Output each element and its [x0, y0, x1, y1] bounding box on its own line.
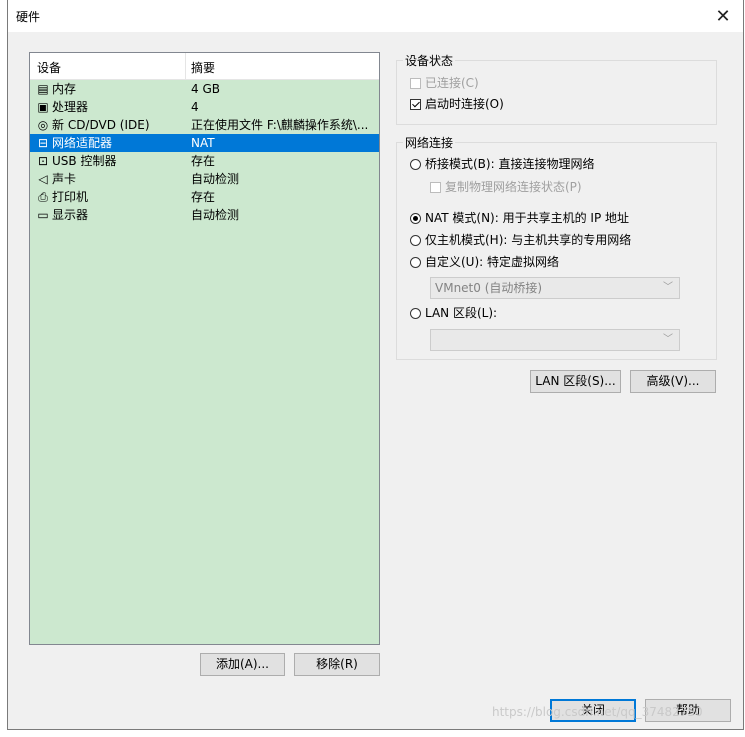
bridged-radio[interactable]: 桥接模式(B): 直接连接物理网络	[410, 156, 594, 172]
device-summary: 自动检测	[191, 172, 240, 186]
lan-segment-select[interactable]: ﹀	[430, 329, 680, 351]
hardware-dialog: 硬件 ✕ 设备 摘要 ▤ 内存 4 GB ▣ 处理器 4 ◎ 新 CD/DVD (IDE) 正在…	[7, 0, 744, 730]
device-summary: 正在使用文件 F:\麒麟操作系统\...	[191, 118, 369, 132]
network-connection-title: 网络连接	[403, 134, 456, 151]
advanced-button[interactable]: 高级(V)...	[630, 370, 716, 393]
device-name: 声卡	[52, 172, 77, 186]
device-name: 处理器	[52, 100, 89, 114]
connect-at-power-on-checkbox[interactable]: 启动时连接(O)	[410, 96, 504, 112]
device-name: 内存	[52, 82, 77, 96]
device-name: USB 控制器	[52, 154, 117, 168]
device-row[interactable]: ⊡ USB 控制器 存在	[30, 152, 379, 170]
chevron-down-icon: ﹀	[663, 334, 673, 345]
radio-button[interactable]	[410, 159, 421, 170]
custom-network-value: VMnet0 (自动桥接)	[435, 281, 543, 295]
processor-icon: ▣	[37, 100, 49, 114]
device-row[interactable]: ⎙ 打印机 存在	[30, 188, 379, 206]
device-list-header: 设备 摘要	[30, 53, 379, 80]
close-icon[interactable]: ✕	[711, 4, 735, 28]
host-only-radio[interactable]: 仅主机模式(H): 与主机共享的专用网络	[410, 232, 631, 248]
radio-button-checked[interactable]	[410, 213, 421, 224]
device-row[interactable]: ⊟ 网络适配器 NAT	[30, 134, 379, 152]
radio-button[interactable]	[410, 308, 421, 319]
radio-button[interactable]	[410, 257, 421, 268]
lan-segments-button[interactable]: LAN 区段(S)...	[530, 370, 621, 393]
device-name: 新 CD/DVD (IDE)	[52, 118, 150, 132]
radio-button[interactable]	[410, 235, 421, 246]
memory-icon: ▤	[37, 82, 49, 96]
column-separator[interactable]	[185, 53, 186, 79]
device-name: 网络适配器	[52, 136, 113, 150]
device-summary: 自动检测	[191, 208, 240, 222]
network-connection-group: 网络连接 桥接模式(B): 直接连接物理网络 复制物理网络连接状态(P) NAT…	[396, 134, 717, 360]
column-header-summary[interactable]: 摘要	[191, 59, 215, 76]
device-list[interactable]: 设备 摘要 ▤ 内存 4 GB ▣ 处理器 4 ◎ 新 CD/DVD (IDE) 正在使用文件 …	[29, 52, 380, 645]
device-name: 显示器	[52, 208, 89, 222]
window-title: 硬件	[16, 10, 41, 24]
connected-checkbox[interactable]: 已连接(C)	[410, 75, 479, 91]
display-icon: ▭	[37, 208, 49, 222]
nat-radio[interactable]: NAT 模式(N): 用于共享主机的 IP 地址	[410, 210, 629, 226]
remove-button[interactable]: 移除(R)	[294, 653, 380, 676]
device-row[interactable]: ▤ 内存 4 GB	[30, 80, 379, 98]
device-status-title: 设备状态	[403, 52, 456, 69]
watermark-text: https://blog.csdn.net/qq_37482750	[492, 705, 703, 719]
title-bar: 硬件 ✕	[8, 0, 743, 32]
device-summary: 4 GB	[191, 82, 220, 96]
device-row[interactable]: ▣ 处理器 4	[30, 98, 379, 116]
device-status-group: 设备状态 已连接(C) 启动时连接(O)	[396, 52, 717, 125]
chevron-down-icon: ﹀	[663, 282, 673, 293]
device-summary: 存在	[191, 154, 216, 168]
device-name: 打印机	[52, 190, 89, 204]
checkbox-box[interactable]	[410, 78, 421, 89]
printer-icon: ⎙	[38, 190, 48, 204]
usb-controller-icon: ⊡	[37, 154, 49, 168]
device-row[interactable]: ▭ 显示器 自动检测	[30, 206, 379, 224]
custom-radio[interactable]: 自定义(U): 特定虚拟网络	[410, 254, 559, 270]
device-row[interactable]: ◁ 声卡 自动检测	[30, 170, 379, 188]
device-summary: 4	[191, 100, 199, 114]
cd-dvd-icon: ◎	[37, 118, 49, 132]
replicate-state-checkbox[interactable]: 复制物理网络连接状态(P)	[430, 179, 582, 195]
lan-segment-radio[interactable]: LAN 区段(L):	[410, 305, 497, 321]
network-adapter-icon: ⊟	[37, 136, 49, 150]
add-button[interactable]: 添加(A)...	[200, 653, 285, 676]
sound-card-icon: ◁	[38, 172, 48, 186]
column-header-device[interactable]: 设备	[37, 59, 61, 76]
custom-network-select[interactable]: VMnet0 (自动桥接) ﹀	[430, 277, 680, 299]
device-summary: 存在	[191, 190, 216, 204]
device-summary: NAT	[191, 136, 215, 150]
device-row[interactable]: ◎ 新 CD/DVD (IDE) 正在使用文件 F:\麒麟操作系统\...	[30, 116, 379, 134]
checkbox-box-checked[interactable]	[410, 99, 421, 110]
checkbox-box[interactable]	[430, 182, 441, 193]
